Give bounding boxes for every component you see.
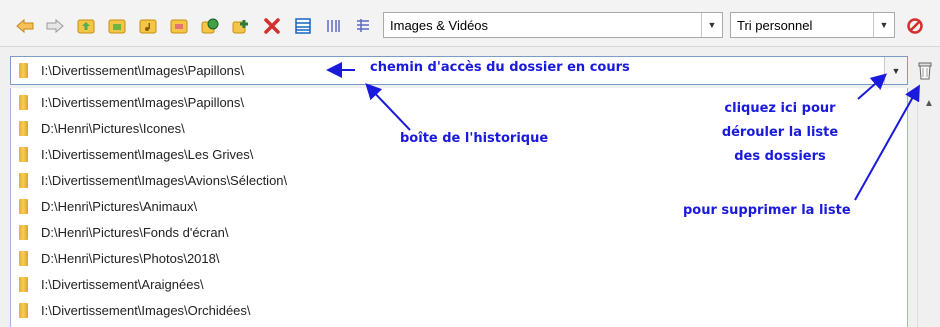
history-list-item[interactable]: D:\Henri\Pictures\Fonds d'écran\ <box>11 220 907 246</box>
filter-select[interactable]: Images & Vidéos ▼ <box>383 12 723 38</box>
folder-add-icon[interactable] <box>228 14 254 38</box>
folder-icon <box>19 147 28 162</box>
scroll-up-arrow-icon[interactable]: ▲ <box>918 94 940 112</box>
folder-icon <box>19 173 28 188</box>
folder-up-icon[interactable] <box>73 14 99 38</box>
folder-music-icon[interactable] <box>135 14 161 38</box>
history-list-item[interactable]: D:\Henri\Pictures\Photos\2018\ <box>11 246 907 272</box>
dropdown-annotation-line2: dérouler la liste <box>721 125 839 140</box>
folder-icon <box>19 277 28 292</box>
dropdown-annotation-line1: cliquez ici pour <box>724 101 836 116</box>
delete-x-icon[interactable] <box>259 14 285 38</box>
folder-icon <box>19 225 28 240</box>
folder-icon <box>19 303 28 318</box>
history-item-path: I:\Divertissement\Araignées\ <box>41 277 204 292</box>
scrollbar[interactable]: ▲ <box>917 88 940 327</box>
folder-images-icon[interactable] <box>104 14 130 38</box>
folder-video-icon[interactable] <box>166 14 192 38</box>
path-dropdown-chevron-icon[interactable]: ▼ <box>884 57 907 84</box>
history-item-path: D:\Henri\Pictures\Icones\ <box>41 121 185 136</box>
trash-icon[interactable] <box>914 58 936 84</box>
history-list-item[interactable]: I:\Divertissement\Images\Orchidées\ <box>11 298 907 324</box>
history-item-path: I:\Divertissement\Images\Orchidées\ <box>41 303 251 318</box>
history-list-item[interactable]: I:\Divertissement\Images\Avions\Sélectio… <box>11 168 907 194</box>
history-list-item[interactable]: I:\Divertissement\Araignées\ <box>11 272 907 298</box>
view-columns-icon[interactable] <box>320 14 346 38</box>
no-entry-icon[interactable] <box>902 14 928 38</box>
chevron-down-icon[interactable]: ▼ <box>701 13 722 37</box>
sort-select-value: Tri personnel <box>737 17 813 33</box>
back-arrow-icon[interactable] <box>12 14 38 38</box>
history-item-path: I:\Divertissement\Images\Papillons\ <box>41 95 245 110</box>
folder-icon <box>19 63 28 78</box>
folder-globe-icon[interactable] <box>197 14 223 38</box>
history-item-path: I:\Divertissement\Images\Avions\Sélectio… <box>41 173 288 188</box>
history-item-path: D:\Henri\Pictures\Photos\2018\ <box>41 251 220 266</box>
sort-select[interactable]: Tri personnel ▼ <box>730 12 895 38</box>
folder-icon <box>19 251 28 266</box>
delete-annotation: pour supprimer la liste <box>683 203 851 218</box>
forward-arrow-icon[interactable] <box>42 14 68 38</box>
history-annotation: boîte de l'historique <box>400 131 549 146</box>
history-item-path: D:\Henri\Pictures\Fonds d'écran\ <box>41 225 229 240</box>
path-annotation: chemin d'accès du dossier en cours <box>370 60 630 75</box>
filter-select-value: Images & Vidéos <box>390 17 489 33</box>
history-item-path: D:\Henri\Pictures\Animaux\ <box>41 199 198 214</box>
toolbar: Images & Vidéos ▼ Tri personnel ▼ <box>0 0 940 47</box>
dropdown-annotation-line3: des dossiers <box>734 149 826 164</box>
current-path[interactable]: I:\Divertissement\Images\Papillons\ <box>41 63 244 78</box>
folder-icon <box>19 95 28 110</box>
chevron-down-icon[interactable]: ▼ <box>873 13 894 37</box>
view-list-icon[interactable] <box>290 14 316 38</box>
view-details-icon[interactable] <box>350 14 376 38</box>
folder-icon <box>19 199 28 214</box>
folder-icon <box>19 121 28 136</box>
history-item-path: I:\Divertissement\Images\Les Grives\ <box>41 147 254 162</box>
